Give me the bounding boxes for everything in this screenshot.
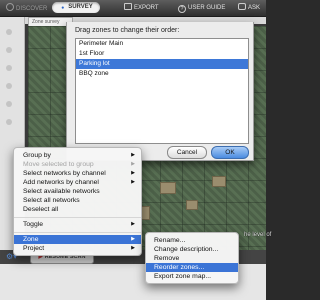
ask-label: ASK: [248, 5, 261, 11]
menu-item-select-available-networks[interactable]: Select available networks: [14, 187, 141, 196]
reorder-zones-dialog: Drag zones to change their order: Perime…: [66, 22, 254, 161]
menu-item-label: Select all networks: [23, 197, 80, 204]
menu-item-label: Group by: [23, 152, 51, 159]
zone-list-item[interactable]: 1st Floor: [76, 49, 248, 59]
top-toolbar: DISCOVER ● SURVEY EXPORT ? USER GUIDE ASK: [0, 0, 266, 17]
menu-item-select-all-networks[interactable]: Select all networks: [14, 196, 141, 205]
menu-item-label: Zone: [23, 236, 39, 243]
map-building: [212, 176, 226, 187]
export-label: EXPORT: [134, 5, 159, 11]
tool-dot[interactable]: [6, 65, 12, 71]
tool-dot[interactable]: [6, 83, 12, 89]
menu-item-label: Select networks by channel: [23, 170, 106, 177]
zone-list-item[interactable]: Perimeter Main: [76, 39, 248, 49]
menu-item-group-by[interactable]: Group by ▶: [14, 151, 141, 160]
tool-dot[interactable]: [6, 119, 12, 125]
submenu-arrow-icon: ▶: [131, 179, 135, 185]
cancel-button[interactable]: Cancel: [167, 146, 207, 159]
submenu-arrow-icon: ▶: [131, 161, 135, 167]
menu-item-add-networks-by-channel[interactable]: Add networks by channel ▶: [14, 178, 141, 187]
menu-item-label: Move selected to group: [23, 161, 94, 168]
menu-item-toggle[interactable]: Toggle ▶: [14, 220, 141, 229]
survey-icon: ●: [61, 5, 65, 11]
ok-button[interactable]: OK: [211, 146, 249, 159]
context-menu: Group by ▶ Move selected to group ▶ Select…: [13, 147, 142, 256]
menu-item-label: Deselect all: [23, 206, 59, 213]
map-building: [160, 182, 176, 194]
export-icon: [124, 3, 132, 10]
submenu-arrow-icon: ▶: [131, 245, 135, 251]
export-button[interactable]: EXPORT: [124, 3, 159, 13]
menu-item-label: Project: [23, 245, 45, 252]
submenu-arrow-icon: ▶: [131, 152, 135, 158]
menu-item-label: Add networks by channel: [23, 179, 99, 186]
zone-list-item-selected[interactable]: Parking lot: [76, 59, 248, 69]
menu-item-label: Toggle: [23, 221, 44, 228]
menu-item-project[interactable]: Project ▶: [14, 244, 141, 253]
survey-button[interactable]: ● SURVEY: [52, 2, 100, 13]
discover-icon: [6, 3, 14, 11]
submenu-item-change-description[interactable]: Change description...: [146, 245, 238, 254]
tool-dot[interactable]: [6, 101, 12, 107]
menu-item-label: Select available networks: [23, 188, 100, 195]
zone-list-item[interactable]: BBQ zone: [76, 69, 248, 79]
dialog-title: Drag zones to change their order:: [75, 27, 180, 34]
submenu-arrow-icon: ▶: [131, 170, 135, 176]
menu-item-zone[interactable]: Zone ▶: [14, 235, 141, 244]
menu-item-select-networks-by-channel[interactable]: Select networks by channel ▶: [14, 169, 141, 178]
tool-dot[interactable]: [6, 47, 12, 53]
submenu-item-remove[interactable]: Remove: [146, 254, 238, 263]
zone-submenu: Rename... Change description... Remove R…: [145, 232, 239, 284]
map-caption: he level of: [244, 232, 272, 238]
menu-item-deselect-all[interactable]: Deselect all: [14, 205, 141, 214]
submenu-arrow-icon: ▶: [131, 236, 135, 242]
user-guide-label: USER GUIDE: [188, 5, 226, 11]
submenu-arrow-icon: ▶: [131, 221, 135, 227]
submenu-item-rename[interactable]: Rename...: [146, 236, 238, 245]
discover-label: DISCOVER: [16, 6, 48, 12]
survey-label: SURVEY: [68, 4, 93, 10]
user-guide-button[interactable]: ? USER GUIDE: [178, 3, 225, 13]
submenu-item-reorder-zones[interactable]: Reorder zones...: [146, 263, 238, 272]
help-icon: ?: [178, 5, 186, 13]
submenu-item-export-zone-map[interactable]: Export zone map...: [146, 272, 238, 281]
discover-button[interactable]: DISCOVER: [6, 3, 47, 13]
ask-button[interactable]: ASK: [238, 3, 260, 13]
zone-list[interactable]: Perimeter Main 1st Floor Parking lot BBQ…: [75, 38, 249, 144]
menu-separator: [14, 232, 141, 233]
chat-icon: [238, 3, 246, 10]
menu-separator: [14, 217, 141, 218]
map-building: [186, 200, 198, 210]
menu-item-move-selected-to-group[interactable]: Move selected to group ▶: [14, 160, 141, 169]
tool-dot[interactable]: [6, 29, 12, 35]
